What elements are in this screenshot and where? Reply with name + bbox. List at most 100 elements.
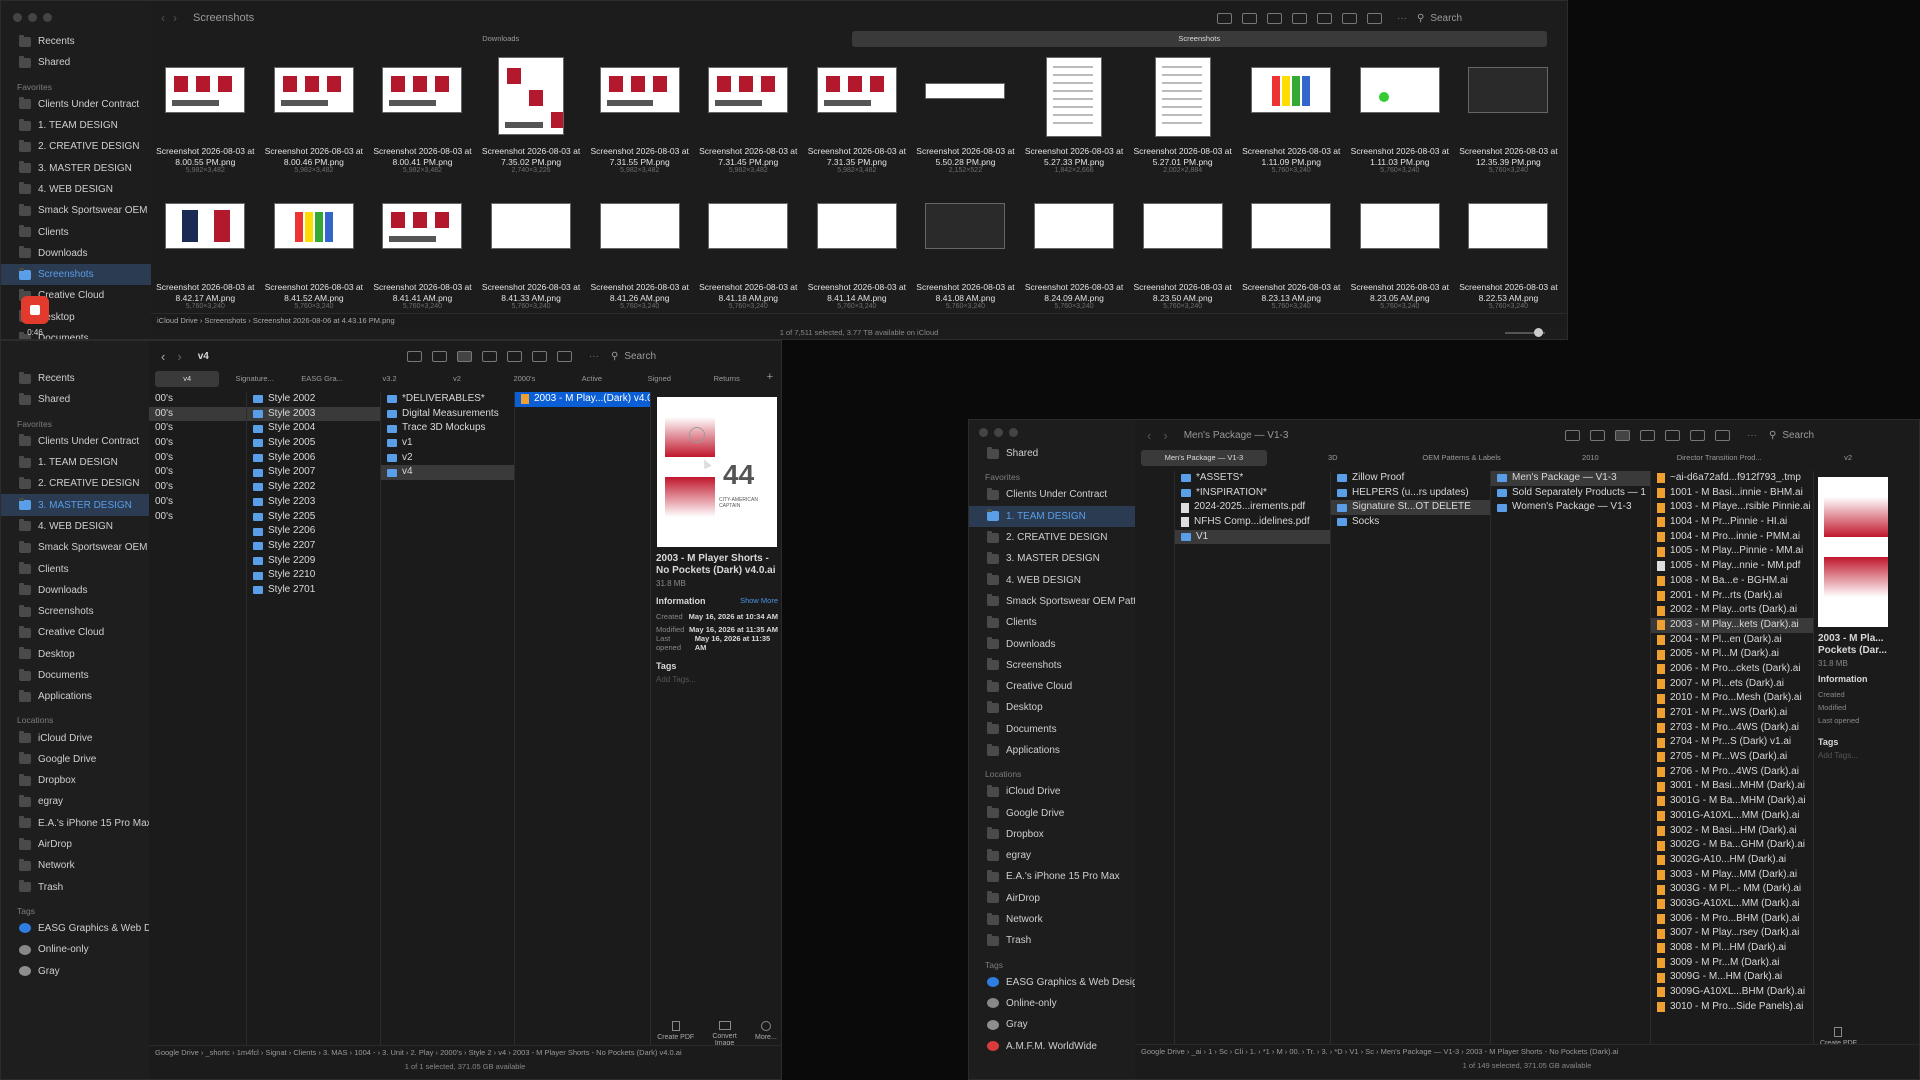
sidebar-item-google-drive[interactable]: Google Drive	[1, 749, 149, 770]
list-item[interactable]: 2703 - M Pro...4WS (Dark).ai	[1651, 721, 1813, 736]
window-controls[interactable]	[979, 428, 1018, 437]
sidebar-item-icloud-drive[interactable]: iCloud Drive	[969, 781, 1135, 802]
sidebar-item-screenshots[interactable]: Screenshots	[1, 601, 149, 622]
back-icon[interactable]: ‹	[1147, 428, 1151, 443]
list-item[interactable]: Style 2207	[247, 539, 380, 554]
sidebar-item-clients[interactable]: Clients	[1, 558, 149, 579]
list-item[interactable]: 2705 - M Pr...WS (Dark).ai	[1651, 750, 1813, 765]
sidebar-item-airdrop[interactable]: AirDrop	[969, 888, 1135, 909]
list-item[interactable]: 3001 - M Basi...MHM (Dark).ai	[1651, 779, 1813, 794]
list-item[interactable]: 1001 - M Basi...innie - BHM.ai	[1651, 486, 1813, 501]
sidebar-item-2-creative-design[interactable]: 2. CREATIVE DESIGN	[1, 136, 151, 157]
file-item[interactable]: Screenshot 2026-08-03 at 8.00.41 PM.png 5…	[368, 57, 477, 193]
sidebar-item-applications[interactable]: Applications	[969, 740, 1135, 761]
sidebar-item-clients[interactable]: Clients	[1, 221, 151, 242]
list-item[interactable]: Style 2202	[247, 480, 380, 495]
sidebar-item-egray[interactable]: egray	[1, 791, 149, 812]
list-item[interactable]: 3002G-A10...HM (Dark).ai	[1651, 853, 1813, 868]
forward-icon[interactable]: ›	[177, 349, 181, 364]
list-item[interactable]: 2003 - M Play...(Dark) v4.0.ai	[515, 392, 650, 407]
sidebar-item-4-web-design[interactable]: 4. WEB DESIGN	[1, 516, 149, 537]
list-item[interactable]: Style 2203	[247, 495, 380, 510]
sidebar-item-airdrop[interactable]: AirDrop	[1, 834, 149, 855]
list-item[interactable]: 00's	[149, 436, 246, 451]
file-item[interactable]: Screenshot 2026-08-03 at 8.24.09 AM.png 5…	[1020, 193, 1129, 329]
list-item[interactable]: Sold Separately Products — 1	[1491, 486, 1650, 501]
sidebar-item-3-master-design[interactable]: 3. MASTER DESIGN	[1, 494, 149, 516]
file-item[interactable]: Screenshot 2026-08-03 at 8.23.13 AM.png 5…	[1237, 193, 1346, 329]
more-icon[interactable]: ···	[1747, 430, 1757, 441]
file-item[interactable]: Screenshot 2026-08-03 at 8.41.26 AM.png 5…	[585, 193, 694, 329]
sidebar-item-desktop[interactable]: Desktop	[969, 697, 1135, 718]
list-item[interactable]: 1003 - M Playe...rsible Pinnie.ai	[1651, 500, 1813, 515]
sidebar-item-screenshots[interactable]: Screenshots	[1, 263, 151, 286]
list-item[interactable]: NFHS Comp...idelines.pdf	[1175, 515, 1330, 530]
list-item[interactable]: 2006 - M Pro...ckets (Dark).ai	[1651, 662, 1813, 677]
sidebar-item-1-team-design[interactable]: 1. TEAM DESIGN	[1, 115, 151, 136]
sidebar-item-dropbox[interactable]: Dropbox	[1, 770, 149, 791]
tag-icon[interactable]	[557, 350, 572, 362]
sidebar-item-e-a-s-iphone-15-pro-max[interactable]: E.A.'s iPhone 15 Pro Max	[969, 866, 1135, 887]
sidebar-item-4-web-design[interactable]: 4. WEB DESIGN	[1, 179, 151, 200]
list-item[interactable]: 00's	[149, 392, 246, 407]
sidebar-item-shared[interactable]: Shared	[1, 389, 149, 410]
file-item[interactable]: Screenshot 2026-08-03 at 8.41.18 AM.png 5…	[694, 193, 803, 329]
sidebar-item-easg-graphics-web-design[interactable]: EASG Graphics & Web Design	[969, 972, 1135, 993]
back-icon[interactable]: ‹	[161, 349, 165, 364]
sidebar-item-4-web-design[interactable]: 4. WEB DESIGN	[969, 569, 1135, 590]
more-actions-button[interactable]: More...	[755, 1021, 777, 1047]
gallery-view-icon[interactable]	[1640, 429, 1655, 441]
list-item[interactable]: 2701 - M Pr...WS (Dark).ai	[1651, 706, 1813, 721]
icon-view-icon[interactable]	[1217, 12, 1232, 24]
sidebar-item-creative-cloud[interactable]: Creative Cloud	[969, 676, 1135, 697]
sidebar-item-2-creative-design[interactable]: 2. CREATIVE DESIGN	[969, 527, 1135, 548]
file-item[interactable]: Screenshot 2026-08-03 at 8.41.14 AM.png 5…	[803, 193, 912, 329]
list-item[interactable]: 1004 - M Pr...Pinnie - HI.ai	[1651, 515, 1813, 530]
list-item[interactable]: Style 2205	[247, 510, 380, 525]
tab-signed[interactable]: Signed	[627, 371, 691, 387]
share-icon[interactable]	[532, 350, 547, 362]
tab-3d[interactable]: 3D	[1270, 450, 1396, 466]
column-view-icon[interactable]	[457, 350, 472, 362]
sidebar-item-trash[interactable]: Trash	[1, 877, 149, 898]
sidebar-item-icloud-drive[interactable]: iCloud Drive	[1, 727, 149, 748]
list-item[interactable]: 1005 - M Play...nnie - MM.pdf	[1651, 559, 1813, 574]
tab-oem-patterns-labels[interactable]: OEM Patterns & Labels	[1399, 450, 1525, 466]
list-item[interactable]: V1	[1175, 529, 1330, 545]
file-item[interactable]: Screenshot 2026-08-03 at 7.31.55 PM.png 5…	[585, 57, 694, 193]
list-item[interactable]: Style 2210	[247, 568, 380, 583]
window-controls[interactable]	[13, 13, 52, 22]
more-icon[interactable]: ···	[589, 351, 599, 362]
sidebar-item-screenshots[interactable]: Screenshots	[969, 655, 1135, 676]
add-tags-field[interactable]: Add Tags...	[656, 675, 778, 684]
tab-director-transition-prod[interactable]: Director Transition Prod...	[1656, 450, 1782, 466]
list-item[interactable]: 1005 - M Play...Pinnie - MM.ai	[1651, 544, 1813, 559]
list-item[interactable]: *ASSETS*	[1175, 471, 1330, 486]
tab-screenshots[interactable]: Screenshots	[851, 31, 1547, 47]
sidebar-item-downloads[interactable]: Downloads	[969, 633, 1135, 654]
sidebar-item-a-m-f-m-worldwide[interactable]: A.M.F.M. WorldWide	[969, 1035, 1135, 1056]
gallery-view-icon[interactable]	[482, 350, 497, 362]
list-item[interactable]: Signature St...OT DELETE	[1331, 500, 1490, 516]
list-item[interactable]: 2005 - M Pl...M (Dark).ai	[1651, 647, 1813, 662]
file-item[interactable]: Screenshot 2026-08-03 at 7.35.02 PM.png 2…	[477, 57, 586, 193]
back-icon[interactable]: ‹	[161, 11, 165, 25]
share-icon[interactable]	[1342, 12, 1357, 24]
tab-v2[interactable]: v2	[1785, 450, 1911, 466]
sidebar-item-clients-under-contract[interactable]: Clients Under Contract	[969, 484, 1135, 505]
list-item[interactable]: 2003 - M Play...kets (Dark).ai	[1651, 617, 1813, 633]
tag-icon[interactable]	[1715, 429, 1730, 441]
list-item[interactable]: Style 2004	[247, 421, 380, 436]
sidebar-item-documents[interactable]: Documents	[1, 665, 149, 686]
list-item[interactable]: Style 2006	[247, 451, 380, 466]
stop-recording-button[interactable]	[21, 296, 49, 324]
file-item[interactable]: Screenshot 2026-08-03 at 8.41.08 AM.png 5…	[911, 193, 1020, 329]
list-item[interactable]: HELPERS (u...rs updates)	[1331, 486, 1490, 501]
list-item[interactable]: 2706 - M Pro...4WS (Dark).ai	[1651, 765, 1813, 780]
list-item[interactable]: 1004 - M Pro...innie - PMM.ai	[1651, 530, 1813, 545]
list-item[interactable]: Style 2007	[247, 465, 380, 480]
column-view-icon[interactable]	[1615, 429, 1630, 441]
list-item[interactable]: ~ai-d6a72afd...f912f793_.tmp	[1651, 471, 1813, 486]
file-item[interactable]: Screenshot 2026-08-03 at 8.41.41 AM.png 5…	[368, 193, 477, 329]
list-item[interactable]: Style 2209	[247, 554, 380, 569]
